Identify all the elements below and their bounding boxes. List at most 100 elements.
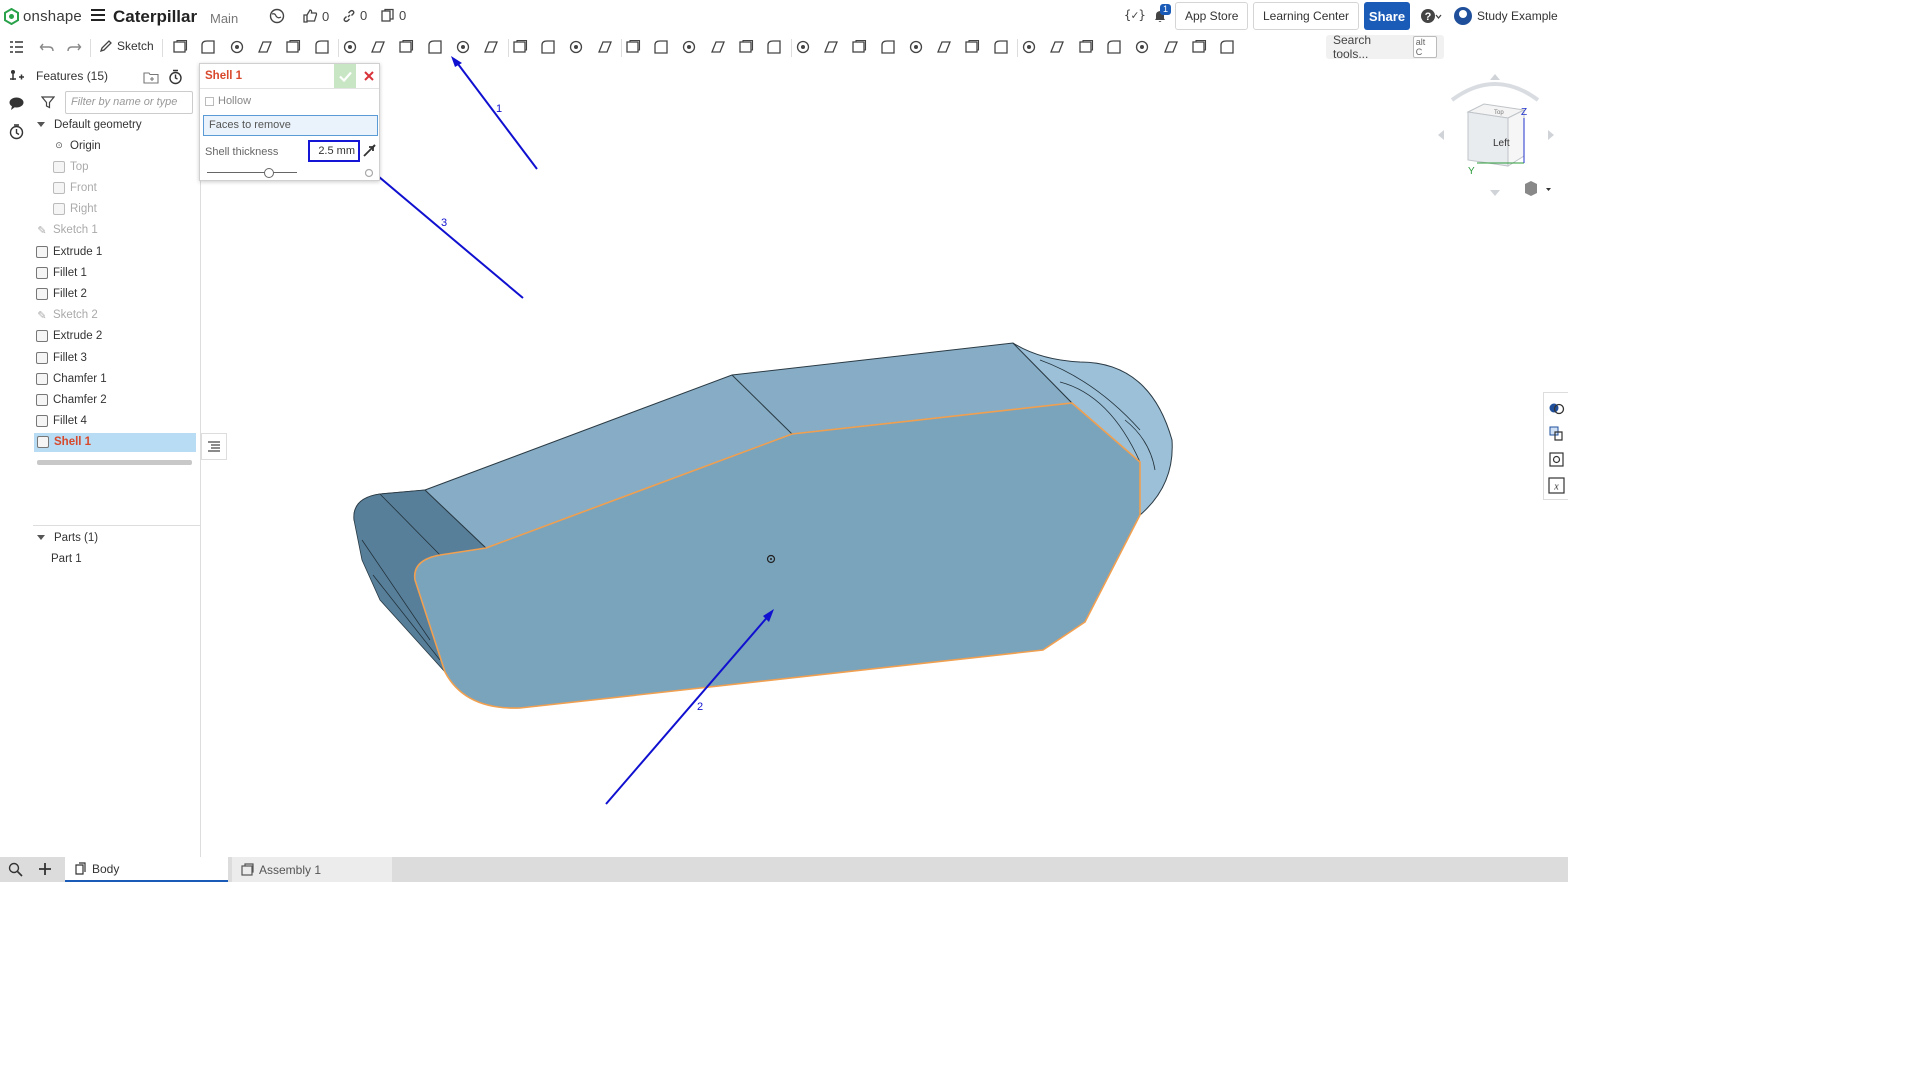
- configurations-icon[interactable]: [1548, 451, 1565, 468]
- add-folder-icon[interactable]: [143, 70, 159, 84]
- shell-thickness-label: Shell thickness: [205, 146, 279, 158]
- feature-scrollbar[interactable]: [37, 460, 192, 465]
- feature-item-label: Sketch 1: [53, 224, 98, 237]
- variables-panel-icon[interactable]: x: [1548, 477, 1565, 494]
- part-list-item[interactable]: Part 1: [51, 549, 82, 568]
- svg-text:x: x: [1553, 482, 1559, 493]
- add-tab-icon[interactable]: [38, 862, 52, 876]
- feature-panel: Features (15) Filter by name or type Def…: [33, 63, 201, 857]
- plane-icon: [53, 160, 65, 173]
- plane-icon: [53, 203, 65, 216]
- annotation-label-1: 1: [496, 103, 502, 115]
- cancel-button[interactable]: [358, 64, 380, 88]
- hollow-option[interactable]: Hollow: [205, 95, 251, 107]
- close-icon: [364, 71, 374, 81]
- parts-divider: [33, 525, 201, 526]
- feature-item-label: Shell 1: [54, 436, 92, 449]
- feature-item-label: Origin: [70, 139, 101, 152]
- mass-properties-icon[interactable]: [1548, 425, 1565, 442]
- feature-item-sketch-2[interactable]: ✎ Sketch 2: [36, 306, 98, 325]
- feature-item-label: Chamfer 2: [53, 393, 107, 406]
- feature-item-right[interactable]: Right: [53, 200, 97, 219]
- default-geometry-group[interactable]: Default geometry: [37, 115, 142, 134]
- feature-item-label: Right: [70, 203, 97, 216]
- feature-item-label: Extrude 2: [53, 330, 103, 343]
- faces-to-remove-field[interactable]: Faces to remove: [203, 115, 378, 136]
- flip-direction-icon[interactable]: [362, 143, 377, 158]
- chamfer-icon: [36, 393, 48, 406]
- tab-assembly-label: Assembly 1: [259, 862, 322, 877]
- part-label: Part 1: [51, 552, 82, 565]
- checkmark-icon: [338, 71, 352, 82]
- bottom-tab-bar: Body Assembly 1: [0, 857, 1568, 882]
- view-cube-face-label: Left: [1493, 138, 1510, 149]
- feature-item-label: Front: [70, 181, 97, 194]
- features-header: Features (15): [36, 69, 109, 83]
- annotation-arrow-1: 1: [451, 56, 538, 170]
- feature-item-origin[interactable]: ⊙ Origin: [53, 136, 101, 155]
- fillet-icon: [36, 351, 48, 364]
- view-cube[interactable]: Top Left Z Y: [1438, 74, 1554, 196]
- feature-item-chamfer-2[interactable]: Chamfer 2: [36, 390, 107, 409]
- annotation-arrow-3: 3: [361, 162, 524, 299]
- hollow-checkbox[interactable]: [205, 96, 214, 106]
- view-options-icon[interactable]: [1525, 181, 1551, 196]
- feature-item-label: Top: [70, 160, 89, 173]
- tab-assembly-1[interactable]: Assembly 1: [232, 857, 392, 882]
- feature-item-label: Fillet 1: [53, 266, 87, 279]
- feature-item-extrude-2[interactable]: Extrude 2: [36, 327, 102, 346]
- feature-item-label: Sketch 2: [53, 309, 98, 322]
- feature-filter-input[interactable]: Filter by name or type: [65, 91, 193, 114]
- part-studio-icon: [75, 861, 86, 875]
- plane-icon: [53, 181, 65, 194]
- origin-icon: ⊙: [55, 140, 63, 150]
- feature-tree-toggle[interactable]: [201, 433, 227, 460]
- feature-item-fillet-3[interactable]: Fillet 3: [36, 348, 87, 367]
- feature-item-fillet-2[interactable]: Fillet 2: [36, 284, 87, 303]
- accept-button[interactable]: [334, 64, 356, 88]
- feature-item-label: Extrude 1: [53, 245, 103, 258]
- feature-item-fillet-1[interactable]: Fillet 1: [36, 263, 87, 282]
- feature-item-label: Fillet 2: [53, 287, 87, 300]
- feature-item-fillet-4[interactable]: Fillet 4: [36, 412, 87, 431]
- feature-item-sketch-1[interactable]: ✎ Sketch 1: [36, 221, 98, 240]
- view-cube-top-label: Top: [1494, 110, 1504, 116]
- tab-body[interactable]: Body: [65, 857, 228, 882]
- slider-settings-icon[interactable]: [364, 168, 374, 178]
- thickness-slider-handle[interactable]: [264, 168, 274, 178]
- rollback-timer-icon[interactable]: [168, 69, 183, 85]
- filter-icon[interactable]: [41, 95, 55, 109]
- annotation-label-3: 3: [441, 217, 447, 229]
- hollow-label: Hollow: [218, 95, 252, 107]
- dialog-title: Shell 1: [205, 70, 243, 82]
- feature-item-label: Fillet 4: [53, 415, 87, 428]
- shell-thickness-input[interactable]: 2.5 mm: [308, 140, 360, 162]
- axis-y-label: Y: [1468, 166, 1475, 177]
- tab-manager-icon[interactable]: [8, 862, 24, 877]
- chevron-down-icon: [37, 122, 45, 127]
- annotation-label-2: 2: [697, 701, 703, 713]
- fillet-icon: [36, 415, 48, 428]
- right-panel-rail: x: [1543, 392, 1568, 500]
- thickness-slider-track[interactable]: [207, 172, 297, 173]
- selected-side-face[interactable]: [413, 402, 1141, 709]
- chevron-down-icon: [37, 535, 45, 540]
- assembly-icon: [241, 862, 254, 876]
- shell-icon: [37, 436, 49, 449]
- feature-item-shell-1[interactable]: Shell 1: [34, 432, 196, 452]
- mate-connector-dot: [770, 558, 772, 560]
- sketch-icon: ✎: [37, 224, 47, 237]
- dialog-divider: [200, 88, 379, 89]
- feature-item-chamfer-1[interactable]: Chamfer 1: [36, 369, 107, 388]
- appearance-icon[interactable]: [1548, 399, 1565, 416]
- list-tree-icon: [208, 440, 220, 452]
- parts-header: Parts (1): [54, 531, 99, 544]
- feature-item-front[interactable]: Front: [53, 178, 97, 197]
- extrude-icon: [36, 330, 48, 343]
- fillet-icon: [36, 287, 48, 300]
- feature-item-top[interactable]: Top: [53, 157, 89, 176]
- tab-body-label: Body: [92, 861, 120, 876]
- feature-item-extrude-1[interactable]: Extrude 1: [36, 242, 102, 261]
- parts-group[interactable]: Parts (1): [37, 528, 98, 547]
- feature-item-label: Chamfer 1: [53, 372, 107, 385]
